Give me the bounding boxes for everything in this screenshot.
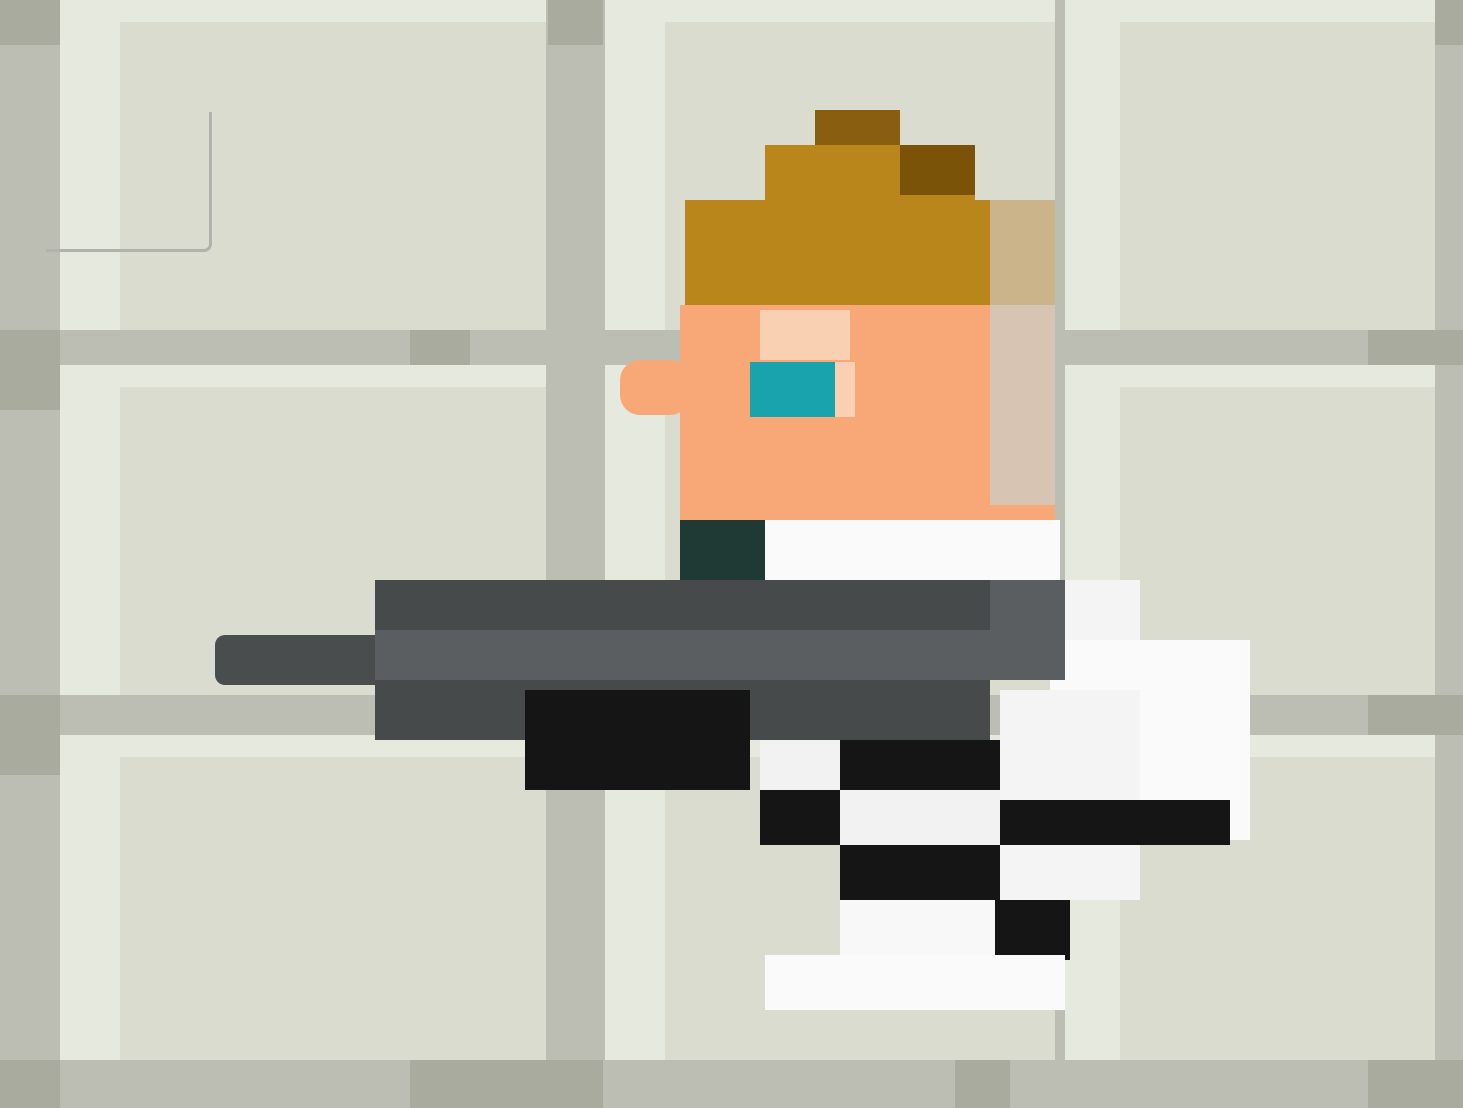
character-face (620, 305, 1055, 525)
game-viewport[interactable] (0, 0, 1463, 1108)
character-nose (620, 360, 690, 415)
player-character[interactable] (0, 0, 1463, 1108)
character-feet (765, 955, 1065, 1010)
character-hair (685, 110, 1055, 310)
character-eye (750, 362, 835, 417)
character-collar (680, 520, 765, 590)
